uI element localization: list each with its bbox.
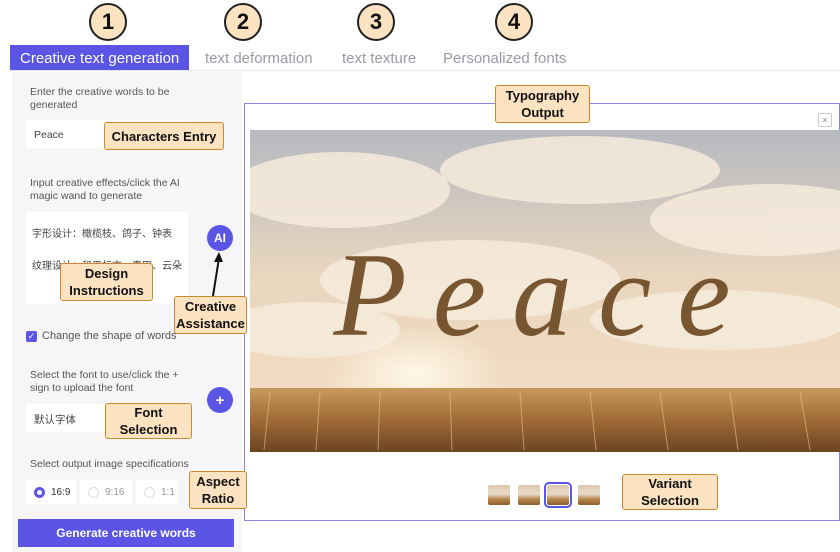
- effects-label: Input creative effects/click the AI magi…: [30, 177, 180, 202]
- shape-checkbox-label: Change the shape of words: [42, 330, 177, 342]
- callout-aspect-ratio: Aspect Ratio: [189, 471, 247, 509]
- words-label: Enter the creative words to be generated: [30, 86, 170, 111]
- generate-button[interactable]: Generate creative words: [18, 519, 234, 547]
- tab-divider: [10, 70, 840, 71]
- callout-arrow: [212, 252, 223, 297]
- artwork-svg: Peace: [250, 130, 840, 452]
- spec-label: Select output image specifications: [30, 458, 189, 470]
- callout-font-selection: Font Selection: [105, 403, 192, 439]
- ratio-9-16[interactable]: 9:16: [80, 480, 132, 504]
- variant-thumbnail-3[interactable]: [544, 482, 572, 508]
- tab-text-texture[interactable]: text texture: [342, 45, 416, 71]
- variant-thumbnail-1[interactable]: [488, 485, 510, 505]
- callout-typography-output: Typography Output: [495, 85, 590, 123]
- radio-icon: [144, 486, 155, 498]
- step-badge-4: 4: [495, 3, 533, 41]
- callout-characters-entry: Characters Entry: [104, 122, 224, 150]
- ai-magic-wand-button[interactable]: AI: [207, 225, 233, 251]
- radio-icon: [88, 486, 99, 498]
- callout-variant-selection: Variant Selection: [622, 474, 718, 510]
- effects-line-1: 字形设计：橄榄枝、鸽子、钟表: [32, 229, 172, 240]
- tab-creative-text-generation[interactable]: Creative text generation: [10, 45, 190, 71]
- tab-personalized-fonts[interactable]: Personalized fonts: [443, 45, 566, 71]
- step-badge-1: 1: [89, 3, 127, 41]
- callout-creative-assistance: Creative Assistance: [174, 296, 247, 334]
- variant-thumbnail-2[interactable]: [518, 485, 540, 505]
- step-badge-3: 3: [357, 3, 395, 41]
- radio-icon: [34, 486, 45, 498]
- font-label: Select the font to use/click the + sign …: [30, 369, 179, 394]
- shape-checkbox[interactable]: ✓: [26, 331, 37, 342]
- callout-design-instructions: Design Instructions: [60, 263, 153, 301]
- ratio-1-1[interactable]: 1:1: [136, 480, 178, 504]
- ratio-16-9[interactable]: 16:9: [26, 480, 76, 504]
- artwork-word: Peace: [332, 228, 756, 361]
- close-icon[interactable]: ×: [818, 113, 832, 127]
- step-badge-2: 2: [224, 3, 262, 41]
- tab-text-deformation[interactable]: text deformation: [205, 45, 313, 71]
- add-font-button[interactable]: +: [207, 387, 233, 413]
- typography-artwork: Peace: [250, 130, 840, 452]
- variant-thumbnail-4[interactable]: [578, 485, 600, 505]
